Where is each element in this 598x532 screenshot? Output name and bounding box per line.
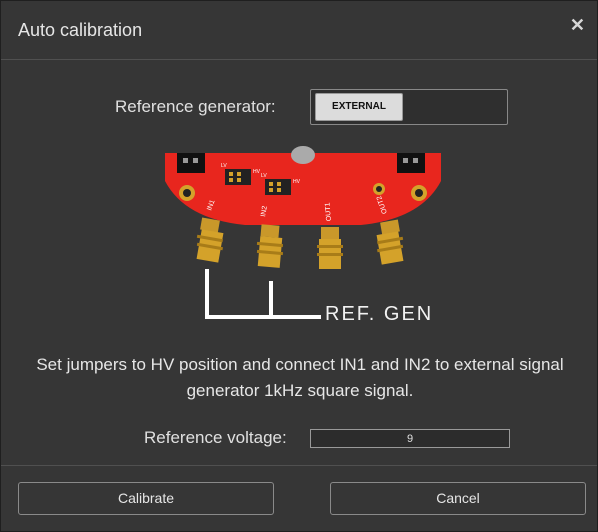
toggle-selected-option: EXTERNAL (315, 93, 403, 121)
sma-connector-in1 (196, 217, 224, 263)
jumper-label-hv-2: HV (293, 179, 301, 185)
reference-voltage-label: Reference voltage: (144, 428, 287, 447)
jumper-label-lv-2: LV (261, 173, 267, 179)
ref-gen-label: REF. GEN (325, 303, 434, 325)
calibrate-button[interactable]: Calibrate (18, 482, 274, 515)
right-header-connector (397, 153, 425, 173)
dialog-titlebar: Auto calibration ✕ (1, 1, 597, 60)
ref-gen-wire (205, 269, 321, 319)
reference-generator-label: Reference generator: (115, 97, 276, 116)
board-button (291, 146, 315, 164)
jumper-in1 (225, 169, 251, 185)
calibration-instructions: Set jumpers to HV position and connect I… (36, 355, 564, 400)
sma-connector-in2 (256, 224, 284, 268)
dialog-title: Auto calibration (18, 20, 143, 40)
close-icon[interactable]: ✕ (570, 15, 585, 36)
footer-divider (1, 465, 597, 466)
jumper-in2 (265, 179, 291, 195)
left-header-connector (177, 153, 205, 173)
cancel-button[interactable]: Cancel (330, 482, 586, 515)
reference-voltage-input[interactable] (310, 429, 510, 448)
sma-connector-out2 (376, 219, 404, 265)
sma-connector-out1 (317, 227, 343, 269)
reference-generator-toggle[interactable]: EXTERNAL (310, 89, 508, 125)
auto-calibration-dialog: Auto calibration ✕ Reference generator: … (0, 0, 598, 532)
jumper-label-hv-1: HV (253, 169, 261, 175)
jumper-label-lv-1: LV (221, 163, 227, 169)
